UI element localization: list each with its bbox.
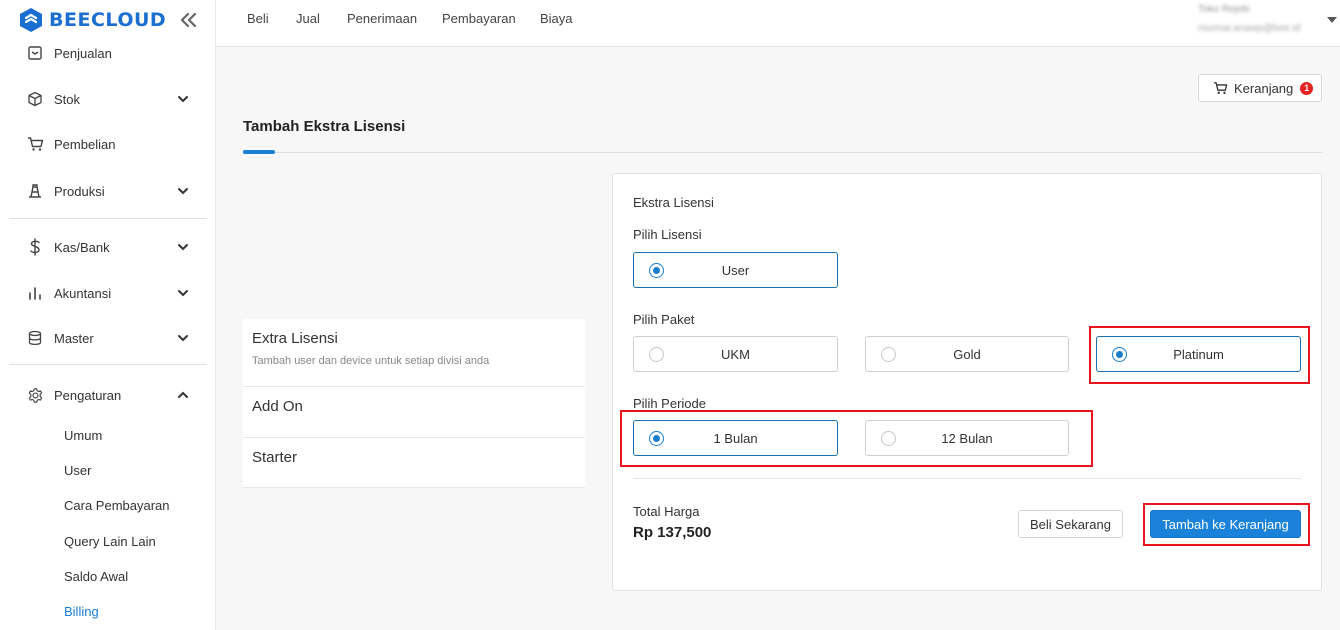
- sidebar-divider: [9, 218, 207, 219]
- logo[interactable]: BEECLOUD: [18, 6, 166, 34]
- total-price: Rp 137,500: [633, 524, 712, 541]
- sidebar-item-label: Akuntansi: [54, 285, 112, 301]
- list-item-title: Starter: [252, 449, 298, 466]
- chevron-down-icon: [178, 290, 188, 297]
- sidebar: BEECLOUD Penjualan Stok Pembelian Produk…: [0, 0, 216, 630]
- list-item-extra-lisensi[interactable]: Extra Lisensi Tambah user dan device unt…: [243, 319, 585, 387]
- user-email: risomar.anawp@bee.id: [1198, 23, 1301, 34]
- form-divider: [633, 478, 1301, 479]
- option-label: UKM: [721, 347, 750, 362]
- option-label: User: [721, 263, 750, 278]
- license-option-user[interactable]: User: [633, 252, 838, 288]
- option-label: Platinum: [1173, 347, 1224, 362]
- topnav-pembayaran[interactable]: Pembayaran: [442, 11, 516, 26]
- box-icon: [26, 90, 44, 108]
- sidebar-item-penjualan[interactable]: Penjualan: [0, 35, 216, 71]
- list-item-starter[interactable]: Starter: [243, 438, 585, 488]
- dollar-icon: [26, 238, 44, 256]
- caret-down-icon[interactable]: [1326, 15, 1338, 25]
- package-label: Pilih Paket: [633, 312, 695, 327]
- buy-now-button[interactable]: Beli Sekarang: [1018, 510, 1123, 538]
- sidebar-divider: [9, 364, 207, 365]
- bar-chart-icon: [26, 284, 44, 302]
- chevron-down-icon: [178, 244, 188, 251]
- total-label: Total Harga: [633, 504, 700, 519]
- list-item-desc: Tambah user dan device untuk setiap divi…: [252, 355, 490, 367]
- list-item-title: Extra Lisensi: [252, 330, 338, 347]
- topnav-beli[interactable]: Beli: [247, 11, 269, 26]
- package-option-platinum[interactable]: Platinum: [1096, 336, 1301, 372]
- list-item-add-on[interactable]: Add On: [243, 387, 585, 438]
- chevron-up-icon: [178, 391, 188, 398]
- gear-icon: [26, 386, 44, 404]
- submenu-item-query-lain-lain[interactable]: Query Lain Lain: [64, 534, 156, 549]
- submenu-item-cara-pembayaran[interactable]: Cara Pembayaran: [64, 498, 170, 513]
- period-label: Pilih Periode: [633, 396, 706, 411]
- sidebar-item-produksi[interactable]: Produksi: [0, 173, 216, 209]
- beecloud-logo-icon: [20, 8, 42, 32]
- license-form-card: Ekstra Lisensi Pilih Lisensi User Pilih …: [612, 173, 1322, 591]
- sales-icon: [26, 44, 44, 62]
- option-label: 12 Bulan: [941, 431, 993, 446]
- main-content: Keranjang 1 Tambah Ekstra Lisensi Extra …: [216, 47, 1340, 630]
- topnav-penerimaan[interactable]: Penerimaan: [347, 11, 417, 26]
- period-option-1-bulan[interactable]: 1 Bulan: [633, 420, 838, 456]
- production-icon: [26, 182, 44, 200]
- chevron-down-icon: [178, 188, 188, 195]
- chevron-down-icon: [178, 96, 188, 103]
- cart-count-badge: 1: [1300, 81, 1314, 95]
- sidebar-item-pembelian[interactable]: Pembelian: [0, 126, 216, 162]
- sidebar-item-master[interactable]: Master: [0, 320, 216, 356]
- title-accent-bar: [243, 150, 275, 154]
- collapse-sidebar-icon[interactable]: [178, 11, 198, 29]
- logo-text: BEECLOUD: [49, 9, 167, 31]
- product-list: Extra Lisensi Tambah user dan device unt…: [243, 319, 585, 488]
- submenu-item-user[interactable]: User: [64, 463, 91, 478]
- submenu-item-umum[interactable]: Umum: [64, 428, 102, 443]
- sidebar-item-label: Stok: [54, 91, 81, 107]
- sidebar-item-label: Pembelian: [54, 136, 116, 152]
- topnav-biaya[interactable]: Biaya: [540, 11, 573, 26]
- period-option-12-bulan[interactable]: 12 Bulan: [865, 420, 1069, 456]
- title-divider: [243, 152, 1323, 153]
- sidebar-item-kas-bank[interactable]: Kas/Bank: [0, 229, 216, 265]
- sidebar-item-label: Master: [54, 330, 94, 346]
- cart-label: Keranjang: [1234, 80, 1294, 96]
- package-option-ukm[interactable]: UKM: [633, 336, 838, 372]
- sidebar-item-label: Kas/Bank: [54, 239, 110, 255]
- option-label: 1 Bulan: [713, 431, 758, 446]
- sidebar-item-stok[interactable]: Stok: [0, 81, 216, 117]
- package-option-gold[interactable]: Gold: [865, 336, 1069, 372]
- sidebar-item-label: Produksi: [54, 183, 105, 199]
- topnav-jual[interactable]: Jual: [296, 11, 320, 26]
- submenu-item-saldo-awal[interactable]: Saldo Awal: [64, 569, 128, 584]
- list-item-title: Add On: [252, 398, 303, 415]
- page-title: Tambah Ekstra Lisensi: [243, 118, 406, 135]
- add-to-cart-button[interactable]: Tambah ke Keranjang: [1150, 510, 1301, 538]
- sidebar-item-pengaturan[interactable]: Pengaturan: [0, 377, 216, 413]
- top-bar: Beli Jual Penerimaan Pembayaran Biaya To…: [216, 0, 1340, 47]
- database-icon: [26, 329, 44, 347]
- submenu-item-billing[interactable]: Billing: [64, 604, 99, 619]
- chevron-down-icon: [178, 335, 188, 342]
- license-label: Pilih Lisensi: [633, 227, 702, 242]
- sidebar-item-label: Penjualan: [54, 45, 112, 61]
- cart-icon: [1213, 82, 1228, 94]
- cart-icon: [26, 135, 44, 153]
- section-label: Ekstra Lisensi: [633, 195, 714, 210]
- sidebar-item-label: Pengaturan: [54, 387, 122, 403]
- option-label: Gold: [953, 347, 981, 362]
- user-name[interactable]: Toko Rejeki: [1198, 4, 1250, 15]
- sidebar-item-akuntansi[interactable]: Akuntansi: [0, 275, 216, 311]
- cart-button[interactable]: Keranjang 1: [1198, 74, 1322, 102]
